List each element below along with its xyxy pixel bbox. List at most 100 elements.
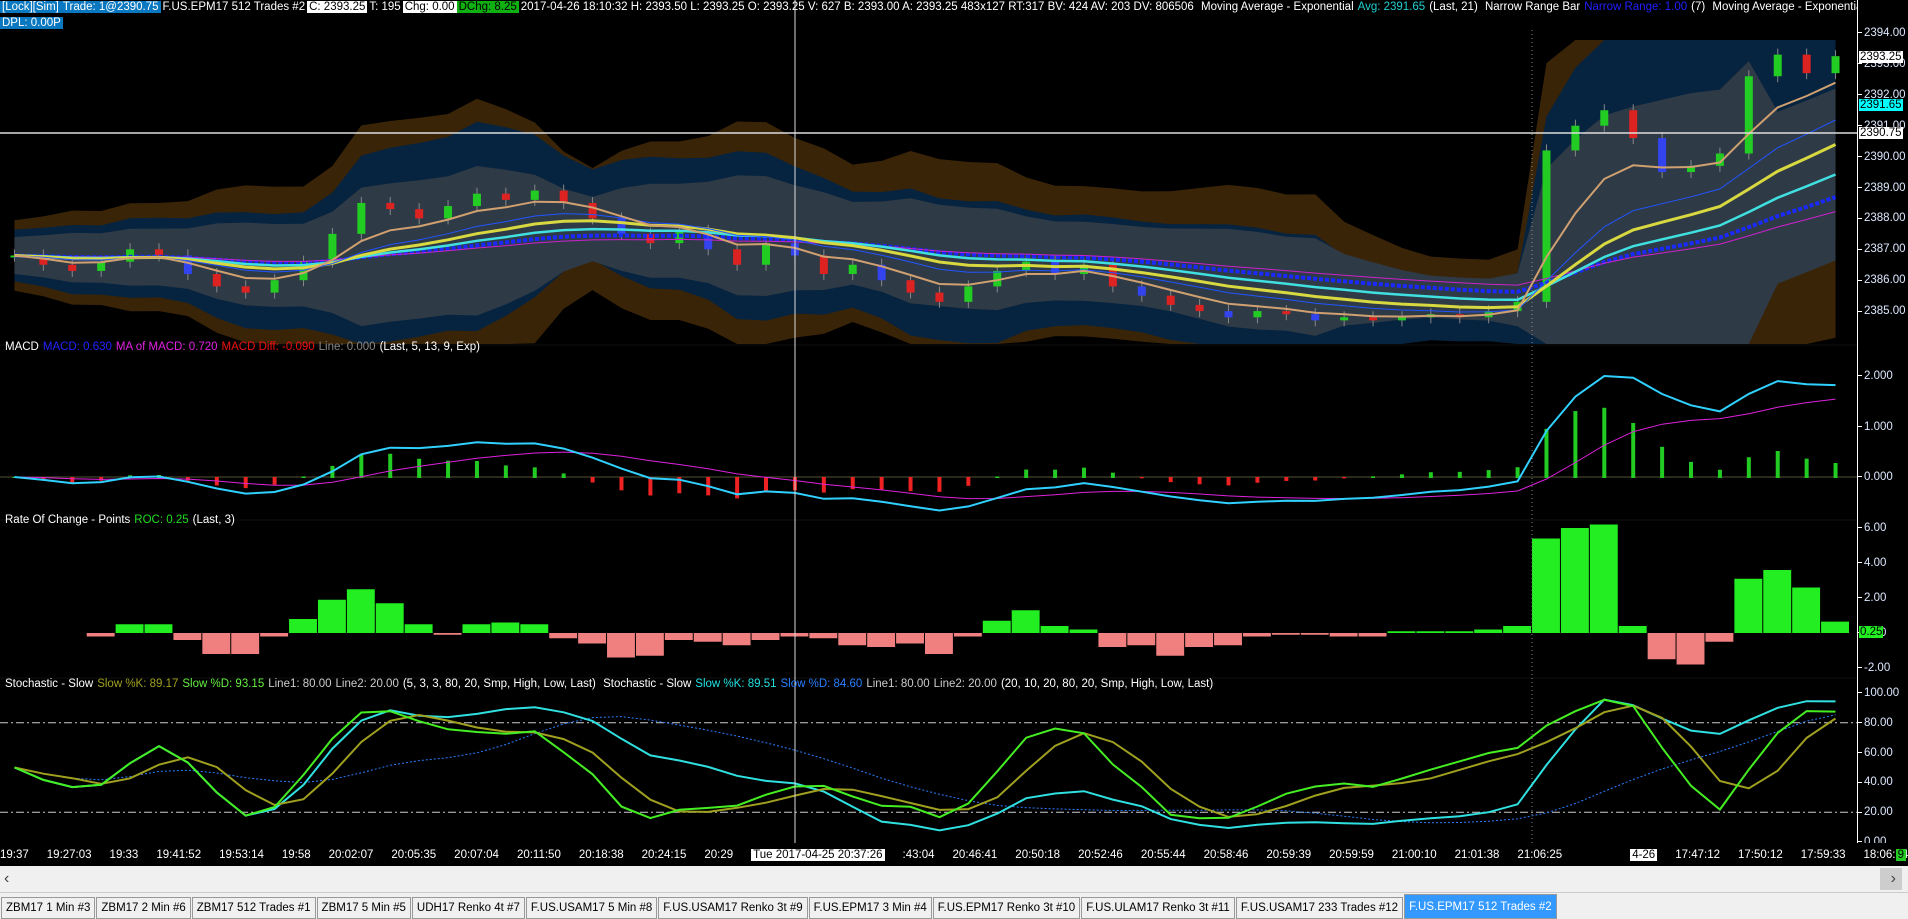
macd-histogram-bar (1197, 477, 1202, 485)
candle (241, 286, 250, 293)
macd-histogram-bar (908, 477, 913, 492)
macd-tick: 1.000 (1858, 421, 1893, 433)
time-label: 20:46:41 (952, 848, 998, 861)
candle (762, 243, 771, 265)
lock-sim-label[interactable]: [Lock][Sim] (0, 1, 61, 13)
candle (530, 190, 539, 200)
time-label: 17:59:33 (1800, 848, 1846, 861)
roc-bar (1185, 633, 1214, 647)
chart-tab[interactable]: F.US.USAM17 233 Trades #12 (1235, 897, 1404, 919)
time-label: 19:41:52 (156, 848, 202, 861)
macd-histogram-bar (764, 477, 769, 492)
chart-tab[interactable]: ZBM17 5 Min #5 (316, 897, 411, 919)
macd-histogram-bar (1689, 461, 1694, 478)
candle (1282, 311, 1291, 315)
macd-histogram-bar (590, 477, 595, 483)
candle (1224, 311, 1233, 318)
time-label: :43:04 (902, 848, 935, 861)
macd-histogram-bar (1486, 470, 1491, 478)
stoch1-d-line (14, 698, 1836, 820)
candle (1773, 54, 1782, 77)
macd-value: MACD: 0.630 (42, 341, 112, 353)
time-label: 21:06:25 (1517, 848, 1563, 861)
roc-bar (1387, 631, 1416, 633)
chart-tab[interactable]: F.US.USAM17 Renko 3t #9 (658, 897, 808, 919)
chart-tab[interactable]: F.US.EPM17 512 Trades #2 (1404, 894, 1557, 919)
roc-bar (1821, 621, 1849, 633)
roc-bar (86, 633, 115, 637)
roc-bar (433, 633, 462, 635)
macd-histogram-bar (1053, 469, 1058, 478)
candle (733, 249, 742, 265)
roc-bar (780, 633, 809, 637)
roc-tick: 4.00 (1858, 557, 1886, 569)
scroll-right-arrow[interactable]: › (1891, 870, 1896, 888)
roc-bar (664, 633, 693, 640)
macd-histogram-bar (1081, 467, 1086, 478)
stoch1-line2: Line2: 20.00 (335, 678, 399, 690)
scroll-left-arrow[interactable]: ‹ (4, 870, 9, 888)
macd-histogram-bar (1804, 458, 1809, 478)
time-label: 20:59:59 (1329, 848, 1374, 861)
macd-histogram-bar (648, 477, 653, 496)
macd-histogram-bar (937, 477, 942, 492)
macd-histogram-bar (1313, 477, 1318, 481)
roc-bar (1156, 633, 1185, 656)
roc-bar (1358, 633, 1387, 637)
macd-histogram-bar (1110, 472, 1115, 478)
roc-bar (289, 619, 317, 633)
stoch1-k: Slow %K: 89.17 (97, 678, 179, 690)
dpl-label: DPL: 0.00P (0, 17, 63, 29)
horizontal-scrollbar[interactable]: ‹ › (0, 866, 1908, 893)
candle (906, 280, 915, 293)
stoch2-k-line (14, 698, 1836, 832)
stoch1-name: Stochastic - Slow (5, 678, 94, 690)
price-tick: 2389.00 (1858, 182, 1906, 194)
candle (1137, 286, 1146, 296)
roc-bar (1734, 578, 1763, 633)
chart-tab[interactable]: F.US.USAM17 5 Min #8 (525, 897, 658, 919)
value-axis[interactable]: 0.0020.0040.0060.0080.00100.00-2.000.002… (1857, 0, 1908, 848)
chart-tab[interactable]: F.US.EPM17 Renko 3t #10 (932, 897, 1081, 919)
time-axis[interactable]: 19:37 19:27:03 19:33 19:41:52 19:53:14 19:58 2… (0, 843, 1908, 866)
candle (1802, 54, 1811, 74)
time-label: 17:47:12 (1675, 848, 1720, 861)
candle (501, 193, 510, 200)
chart-tab[interactable]: UDH17 Renko 4t #7 (411, 897, 525, 919)
chart-tab[interactable]: F.US.EPM17 3 Min #4 (808, 897, 932, 919)
nrb-value: Narrow Range: 1.00 (1584, 1, 1688, 13)
macd-histogram-bar (1775, 450, 1780, 478)
roc-bar (1647, 633, 1676, 660)
roc-bar (1127, 633, 1156, 646)
chart-tab[interactable]: ZBM17 512 Trades #1 (191, 897, 316, 919)
candle (1744, 76, 1753, 154)
stoch-tick: 60.00 (1858, 747, 1893, 759)
stoch1-line1: Line1: 80.00 (268, 678, 332, 690)
time-label: 20:59:39 (1266, 848, 1312, 861)
ma2-name: Moving Average - Exponential (1712, 1, 1865, 13)
time-label: 21:01:38 (1454, 848, 1500, 861)
time-label: 20:50:18 (1015, 848, 1061, 861)
time-label: 20:02:07 (328, 848, 374, 861)
price-tick: 2394.00 (1858, 27, 1906, 39)
nrb-params: (7) (1691, 1, 1706, 13)
chart-tab[interactable]: ZBM17 2 Min #6 (96, 897, 191, 919)
roc-tick: 2.00 (1858, 592, 1886, 604)
macd-histogram-bar (1024, 469, 1029, 478)
ma1-name: Moving Average - Exponential (1201, 1, 1354, 13)
chart-tab[interactable]: F.US.ULAM17 Renko 3t #11 (1081, 897, 1235, 919)
stoch2-d: Slow %D: 84.60 (780, 678, 863, 690)
bar-info: 2017-04-26 18:10:32 H: 2393.50 L: 2393.2… (520, 1, 1194, 13)
roc-bar (1416, 631, 1445, 633)
macd-histogram-bar (1602, 407, 1607, 478)
roc-bar (982, 620, 1011, 633)
macd-diff-value: MACD Diff: -0.090 (221, 341, 315, 353)
roc-bar (260, 633, 289, 637)
stoch2-line2: Line2: 20.00 (933, 678, 997, 690)
candle (1629, 110, 1638, 139)
chart-canvas[interactable] (0, 0, 1857, 843)
macd-ma-value: MA of MACD: 0.720 (115, 341, 218, 353)
roc-value: ROC: 0.25 (134, 514, 189, 526)
chart-tab[interactable]: ZBM17 1 Min #3 (1, 897, 96, 919)
macd-histogram-bar (1139, 477, 1144, 479)
